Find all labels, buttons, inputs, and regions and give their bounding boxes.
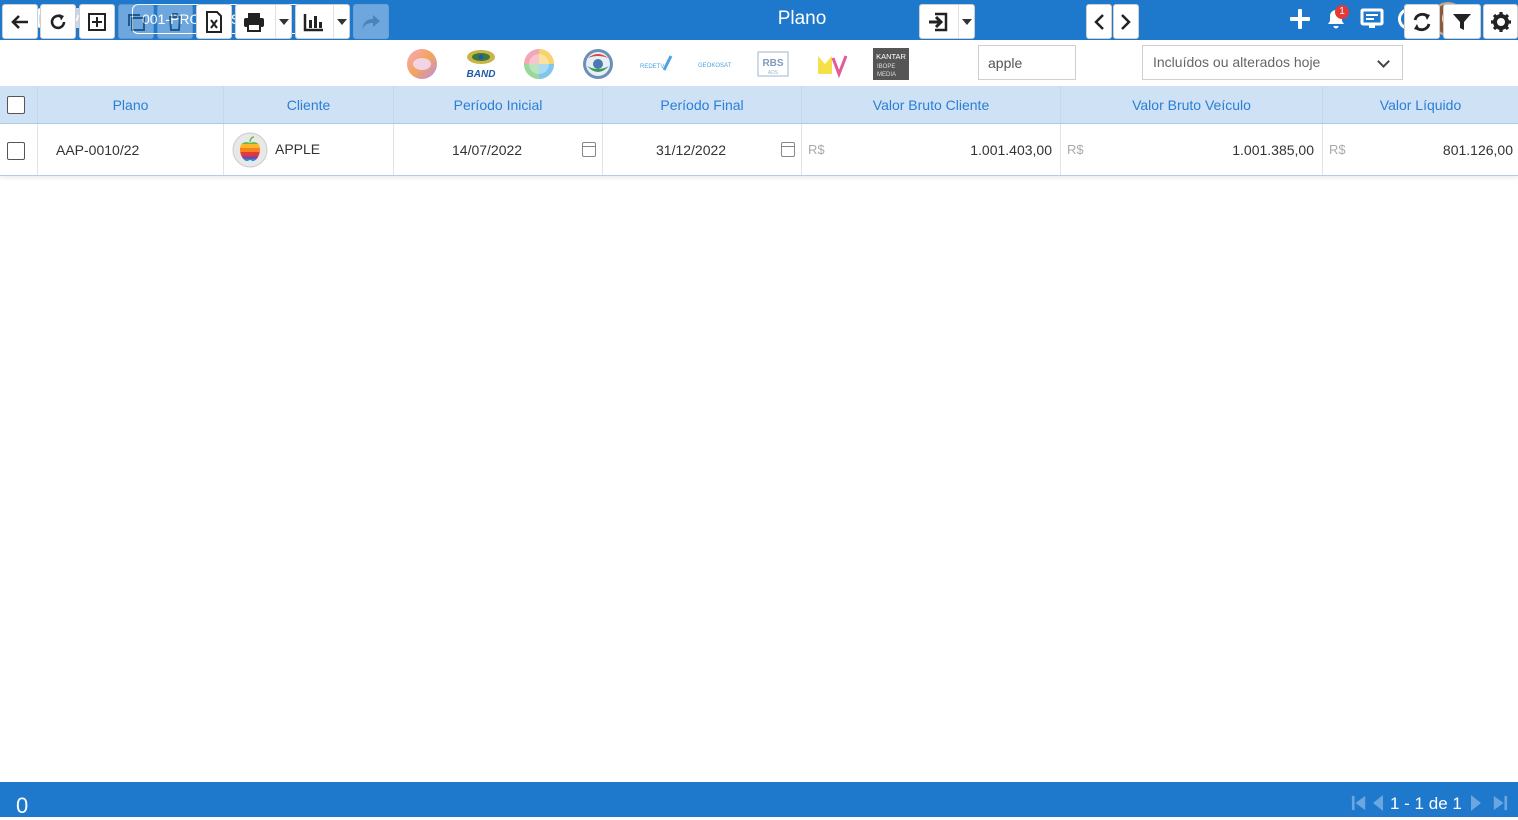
first-page-icon[interactable] bbox=[1351, 794, 1367, 812]
add-icon bbox=[88, 12, 106, 31]
column-header-periodo-final[interactable]: Período Final bbox=[603, 86, 802, 123]
plus-icon[interactable] bbox=[1288, 7, 1312, 31]
add-button[interactable] bbox=[79, 4, 115, 39]
currency-label: R$ bbox=[808, 142, 825, 157]
cell-valor-liquido: R$ 801.126,00 bbox=[1323, 124, 1518, 175]
print-dropdown-caret-icon[interactable] bbox=[275, 5, 291, 38]
back-button[interactable] bbox=[2, 4, 38, 39]
copy-icon bbox=[128, 13, 145, 31]
select-all-cell bbox=[0, 86, 38, 123]
cell-plano: AAP-0010/22 bbox=[38, 124, 224, 175]
cell-periodo-inicial: 14/07/2022 bbox=[394, 124, 603, 175]
footer-bar: 0 1 - 1 de 1 bbox=[0, 782, 1518, 818]
pagination-info: 1 - 1 de 1 bbox=[1390, 794, 1462, 813]
page-title: Plano bbox=[777, 8, 827, 29]
sync-icon bbox=[1413, 12, 1431, 31]
share-button[interactable] bbox=[353, 4, 389, 39]
sync-button[interactable] bbox=[1404, 4, 1440, 39]
svg-text:GEOKOSAT: GEOKOSAT bbox=[698, 63, 732, 69]
settings-button[interactable] bbox=[1483, 4, 1518, 39]
export-excel-button[interactable] bbox=[196, 4, 232, 39]
previous-button[interactable] bbox=[1086, 4, 1112, 39]
refresh-icon bbox=[50, 13, 66, 29]
print-icon bbox=[244, 12, 264, 32]
valor-bruto-cliente-value: 1.001.403,00 bbox=[970, 142, 1052, 158]
period-filter-select[interactable]: Incluídos ou alterados hoje bbox=[1142, 45, 1403, 80]
currency-label: R$ bbox=[1067, 142, 1084, 157]
svg-text:REDETV: REDETV bbox=[640, 64, 664, 70]
cliente-value: APPLE bbox=[275, 141, 321, 157]
column-header-periodo-inicial[interactable]: Período Inicial bbox=[394, 86, 603, 123]
reports-button[interactable] bbox=[295, 4, 350, 39]
kantar-logo-subtext-2: MEDIA bbox=[877, 72, 896, 78]
periodo-inicial-value: 14/07/2022 bbox=[452, 142, 523, 158]
periodo-final-value: 31/12/2022 bbox=[656, 142, 727, 158]
chevron-left-icon bbox=[1094, 13, 1104, 30]
calendar-icon[interactable] bbox=[781, 142, 795, 157]
delete-button[interactable] bbox=[157, 4, 193, 39]
reports-dropdown-caret-icon[interactable] bbox=[333, 5, 349, 38]
cell-cliente: APPLE bbox=[224, 124, 394, 175]
next-button[interactable] bbox=[1113, 4, 1139, 39]
kantar-logo-text: KANTAR bbox=[876, 52, 906, 61]
column-header-valor-bruto-veiculo[interactable]: Valor Bruto Veículo bbox=[1061, 86, 1323, 123]
last-page-icon[interactable] bbox=[1492, 794, 1508, 812]
column-header-valor-liquido[interactable]: Valor Líquido bbox=[1323, 86, 1518, 123]
geodsat-logo[interactable]: GEOKOSAT bbox=[696, 48, 734, 80]
globo-logo[interactable] bbox=[405, 48, 439, 80]
next-page-icon[interactable] bbox=[1468, 794, 1484, 812]
import-icon bbox=[929, 12, 948, 31]
trash-icon bbox=[169, 12, 181, 31]
table-row[interactable]: AAP-0010/22 APPLE 14/07/2022 31/12/2022 … bbox=[0, 124, 1518, 176]
filter-icon bbox=[1453, 13, 1471, 30]
column-header-valor-bruto-cliente[interactable]: Valor Bruto Cliente bbox=[802, 86, 1061, 123]
valor-liquido-value: 801.126,00 bbox=[1442, 142, 1513, 158]
import-dropdown-caret-icon[interactable] bbox=[958, 5, 974, 38]
chevron-right-icon bbox=[1121, 13, 1131, 30]
period-filter-value: Incluídos ou alterados hoje bbox=[1153, 54, 1321, 70]
record-logo[interactable] bbox=[581, 48, 615, 80]
currency-label: R$ bbox=[1329, 142, 1346, 157]
select-all-checkbox[interactable] bbox=[7, 96, 25, 114]
rbs-ads-logo[interactable]: RBS ADS bbox=[756, 48, 792, 80]
redetv-logo[interactable]: REDETV bbox=[638, 48, 674, 80]
cell-valor-bruto-veiculo: R$ 1.001.385,00 bbox=[1061, 124, 1323, 175]
refresh-button[interactable] bbox=[40, 4, 76, 39]
excel-icon bbox=[206, 10, 222, 33]
kantar-ibope-logo[interactable]: KANTAR IBOPE MEDIA bbox=[873, 48, 909, 80]
rbs-logo-text: RBS bbox=[762, 58, 783, 69]
gear-icon bbox=[1490, 11, 1511, 32]
notification-badge: 1 bbox=[1335, 5, 1349, 19]
print-button[interactable] bbox=[235, 4, 292, 39]
search-input[interactable] bbox=[978, 45, 1076, 80]
row-select-cell bbox=[0, 124, 38, 175]
share-icon bbox=[362, 14, 380, 30]
copy-button[interactable] bbox=[118, 4, 154, 39]
arrow-left-icon bbox=[11, 14, 28, 29]
import-button[interactable] bbox=[919, 4, 975, 39]
mtv-logo[interactable] bbox=[815, 48, 849, 80]
cell-periodo-final: 31/12/2022 bbox=[603, 124, 802, 175]
previous-page-icon[interactable] bbox=[1370, 794, 1386, 812]
chevron-down-icon bbox=[1377, 55, 1390, 68]
column-header-cliente[interactable]: Cliente bbox=[224, 86, 394, 123]
cell-valor-bruto-cliente: R$ 1.001.403,00 bbox=[802, 124, 1061, 175]
column-header-plano[interactable]: Plano bbox=[38, 86, 224, 123]
valor-bruto-veiculo-value: 1.001.385,00 bbox=[1232, 142, 1314, 158]
monitor-icon[interactable] bbox=[1360, 7, 1384, 31]
grid-header: Plano Cliente Período Inicial Período Fi… bbox=[0, 86, 1518, 124]
band-logo-text: BAND bbox=[467, 69, 496, 80]
plano-value: AAP-0010/22 bbox=[56, 142, 140, 158]
rbs-logo-subtext: ADS bbox=[768, 70, 779, 76]
row-checkbox[interactable] bbox=[7, 142, 25, 160]
chart-icon bbox=[303, 13, 323, 31]
kantar-logo-subtext-1: IBOPE bbox=[877, 64, 895, 70]
filter-button[interactable] bbox=[1443, 4, 1481, 39]
calendar-icon[interactable] bbox=[582, 142, 596, 157]
selected-count: 0 bbox=[16, 793, 29, 818]
client-apple-logo bbox=[232, 132, 268, 168]
band-logo[interactable]: BAND bbox=[462, 48, 500, 80]
sbt-logo[interactable] bbox=[522, 48, 556, 80]
